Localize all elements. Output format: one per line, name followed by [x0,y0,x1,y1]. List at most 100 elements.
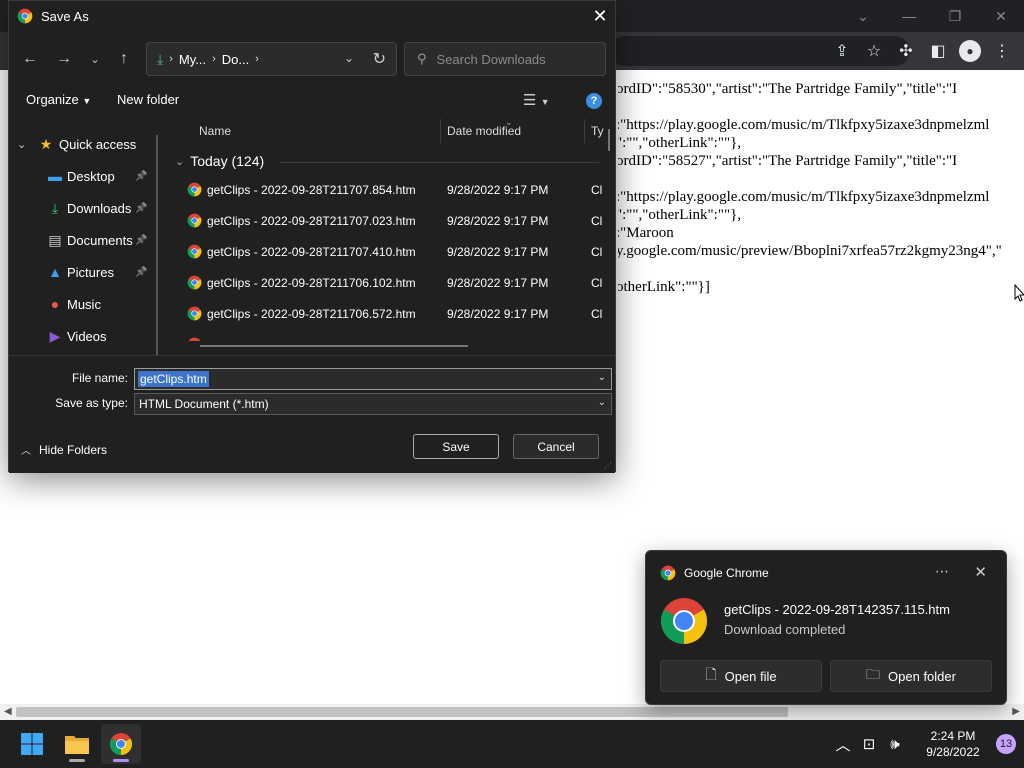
extensions-icon[interactable]: ✣ [890,35,922,67]
column-type-header[interactable]: Ty [591,124,604,138]
toast-app-name: Google Chrome [684,566,769,580]
document-icon: ▤ [48,231,62,248]
json-line: ":"","otherLink":""}, [618,135,742,151]
nav-item-label: Documents [67,232,133,248]
column-name-header[interactable]: Name [199,124,231,138]
toast-close-icon[interactable]: ✕ [974,563,987,581]
chrome-html-file-icon [187,182,202,197]
side-panel-icon[interactable]: ◧ [922,35,954,67]
save-button[interactable]: Save [413,434,499,459]
chevron-down-icon[interactable]: ⌄ [598,372,606,383]
nav-item[interactable]: ⤓ Downloads 📌 [9,193,159,223]
restore-icon[interactable]: ❐ [932,0,978,32]
share-icon[interactable]: ⇪ [826,35,858,67]
chrome-icon [660,565,676,581]
file-row[interactable]: getClips - 2022-09-28T211707.854.htm 9/28… [167,174,615,205]
chrome-html-file-icon [187,244,202,259]
more-options-icon[interactable]: ⋯ [935,563,949,580]
nav-item[interactable]: ▲ Pictures 📌 [9,257,159,287]
scroll-right-icon[interactable]: ▶ [1012,706,1020,717]
nav-item-label: Pictures [67,264,114,280]
download-notification: Google Chrome ⋯ ✕ getClips - 2022-09-28T… [645,550,1007,705]
breadcrumb-segment[interactable]: My... [179,52,206,67]
nav-item[interactable]: ▶ Videos [9,321,159,351]
resize-grip-icon[interactable]: ⋰ [604,461,612,470]
cancel-button[interactable]: Cancel [513,434,599,459]
clock-time: 2:24 PM [930,729,976,743]
star-icon: ★ [39,135,53,152]
open-file-button[interactable]: 🗋 Open file [660,660,822,692]
profile-icon[interactable]: ● [959,40,981,62]
scrollbar-thumb[interactable] [16,707,788,717]
toolbar-icons: ⇪ ☆ ✣ ◧ ● ⋮ [826,32,1018,70]
file-type: Cl [591,245,603,259]
organize-button[interactable]: Organize ▼ [26,92,91,107]
column-date-header[interactable]: Date modified [447,124,521,138]
file-row[interactable]: getClips - 2022-09-28T211707.410.htm 9/28… [167,236,615,267]
dialog-title: Save As [41,8,89,24]
file-name-input[interactable]: getClips.htm ⌄ [134,368,612,390]
help-icon[interactable]: ? [586,93,602,109]
tab-search-icon[interactable]: ⌄ [840,0,886,32]
window-controls: ⌄ — ❐ ✕ [840,0,1024,32]
file-row[interactable]: getClips - 2022-09-28T211707.023.htm 9/28… [167,205,615,236]
open-folder-button[interactable]: 🗀 Open folder [830,660,992,692]
hide-folders-button[interactable]: ︿ Hide Folders [21,442,107,458]
file-type: Cl [591,183,603,197]
json-line: ordID":"58530","artist":"The Partridge F… [618,81,958,97]
file-list-hscrollbar[interactable] [200,345,468,347]
scroll-left-icon[interactable]: ◀ [4,706,12,717]
forward-arrow-icon[interactable]: → [51,41,77,77]
nav-item[interactable]: ▤ Documents 📌 [9,225,159,255]
chevron-down-icon[interactable]: ⌄ [598,397,606,408]
group-header-today[interactable]: ⌄ Today (124) [175,153,264,169]
file-name: getClips - 2022-09-28T211707.410.htm [207,245,416,259]
file-name-label: File name: [71,371,128,385]
save-type-select[interactable]: HTML Document (*.htm) ⌄ [134,393,612,415]
horizontal-scrollbar[interactable]: ◀ ▶ [0,704,1024,720]
address-path[interactable]: ⤓ › My... › Do... › ⌄ ↻ [146,42,397,76]
file-row[interactable]: getClips - 2022-09-28T211706.572.htm 9/28… [167,298,615,329]
volume-icon[interactable]: 🕪 [882,736,908,753]
pin-icon: 📌 [135,234,148,246]
music-icon: ● [50,296,60,312]
chrome-taskbar-button[interactable] [101,724,141,764]
search-box[interactable]: ⚲ [404,42,606,76]
chevron-up-icon[interactable]: ︿ [830,734,856,755]
column-divider[interactable] [440,119,441,143]
back-arrow-icon[interactable]: ← [17,41,43,77]
chevron-down-icon[interactable]: ⌄ [17,138,26,151]
notification-badge[interactable]: 13 [996,734,1016,754]
partial-file-row[interactable] [187,337,202,341]
nav-item-label: Downloads [67,200,132,216]
recent-locations-icon[interactable]: ⌄ [82,41,108,77]
minimize-icon[interactable]: — [886,0,932,32]
start-button[interactable] [12,724,52,764]
file-date: 9/28/2022 9:17 PM [447,183,549,197]
nav-item[interactable]: ⌄ ★ Quick access [9,129,159,159]
windows-logo-icon [21,733,43,755]
nav-item[interactable]: ● Music [9,289,159,319]
new-folder-button[interactable]: New folder [117,92,179,107]
file-list-vscrollbar[interactable] [608,129,610,151]
breadcrumb-segment[interactable]: Do... [222,52,249,67]
clock[interactable]: 2:24 PM 9/28/2022 [914,728,992,760]
dialog-close-icon[interactable]: ✕ [585,1,615,31]
chevron-up-icon: ︿ [21,446,31,457]
up-arrow-icon[interactable]: ↑ [111,41,137,77]
network-icon[interactable]: ⊡ [856,735,882,753]
nav-item-label: Videos [67,328,107,344]
menu-icon[interactable]: ⋮ [986,35,1018,67]
bookmark-star-icon[interactable]: ☆ [858,35,890,67]
refresh-icon[interactable]: ↻ [373,49,386,69]
nav-pane-scrollbar[interactable] [156,135,158,355]
search-input[interactable] [436,51,597,67]
file-row[interactable]: getClips - 2022-09-28T211706.102.htm 9/28… [167,267,615,298]
view-options-icon[interactable]: ☰ ▼ [523,91,550,109]
column-divider[interactable] [584,119,585,143]
file-explorer-taskbar-button[interactable] [57,724,97,764]
nav-item[interactable]: ▬ Desktop 📌 [9,161,159,191]
file-name-value[interactable]: getClips.htm [138,371,209,387]
path-dropdown-icon[interactable]: ⌄ [344,51,354,65]
close-window-icon[interactable]: ✕ [978,0,1024,32]
